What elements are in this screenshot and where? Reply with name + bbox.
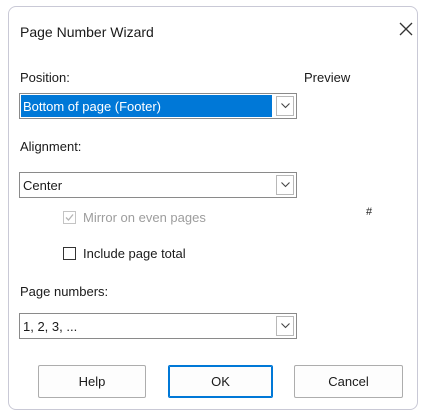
include-page-total-checkbox[interactable]	[63, 247, 76, 260]
position-dropdown-button[interactable]	[276, 96, 294, 116]
alignment-select[interactable]: Center	[19, 172, 297, 198]
checkmark-icon	[65, 214, 74, 221]
mirror-label: Mirror on even pages	[83, 210, 206, 225]
mirror-checkbox[interactable]	[63, 211, 76, 224]
close-button[interactable]	[395, 18, 417, 40]
alignment-label: Alignment:	[20, 139, 82, 154]
page-numbers-label: Page numbers:	[20, 284, 109, 299]
page-numbers-value: 1, 2, 3, ...	[23, 319, 78, 334]
page-numbers-dropdown-button[interactable]	[276, 316, 294, 336]
alignment-value: Center	[23, 178, 63, 193]
preview-page-number: #	[366, 206, 373, 218]
ok-button[interactable]: OK	[168, 365, 273, 398]
include-page-total-label: Include page total	[83, 246, 186, 261]
dialog-title: Page Number Wizard	[20, 24, 154, 40]
chevron-down-icon	[281, 182, 290, 188]
close-icon	[395, 18, 417, 40]
chevron-down-icon	[281, 103, 290, 109]
position-value: Bottom of page (Footer)	[21, 95, 272, 117]
position-label: Position:	[20, 70, 70, 85]
page-numbers-select[interactable]: 1, 2, 3, ...	[19, 313, 297, 339]
chevron-down-icon	[281, 323, 290, 329]
cancel-button[interactable]: Cancel	[294, 365, 403, 398]
help-button[interactable]: Help	[38, 365, 146, 398]
page-number-wizard-dialog: Page Number Wizard Position: Preview Bot…	[8, 6, 418, 410]
alignment-dropdown-button[interactable]	[276, 175, 294, 195]
position-select[interactable]: Bottom of page (Footer)	[19, 93, 297, 119]
preview-label: Preview	[304, 70, 351, 85]
